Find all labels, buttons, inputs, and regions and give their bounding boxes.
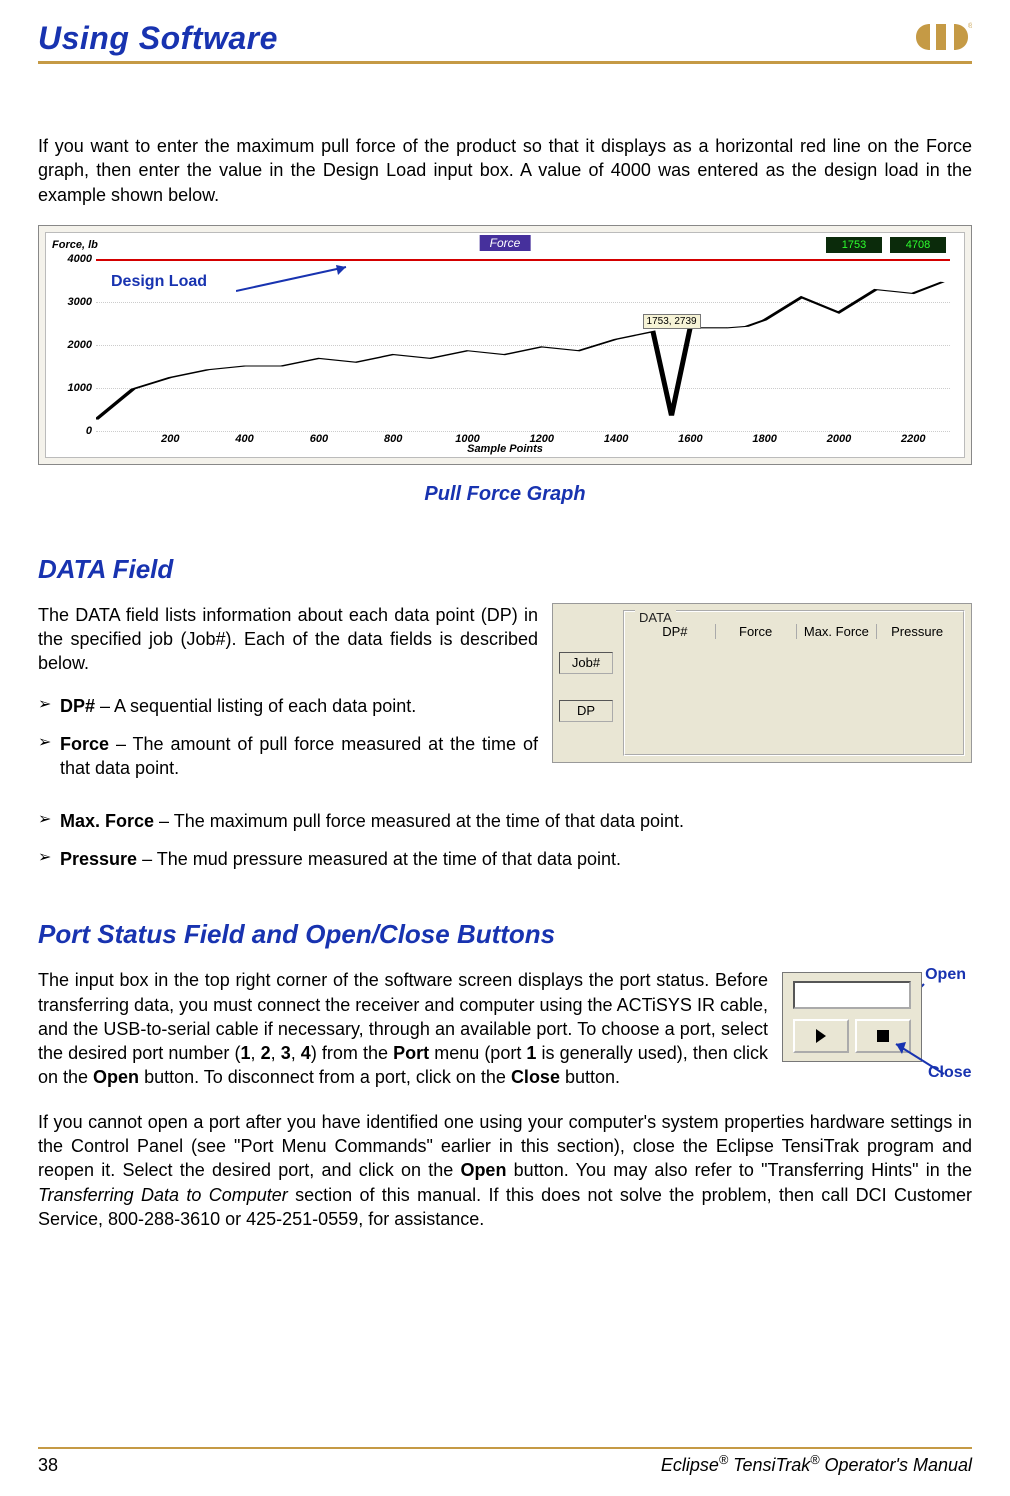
figure-caption: Pull Force Graph [38,483,972,506]
x-tick: 1400 [604,433,628,445]
x-tick: 1600 [678,433,702,445]
footer-manual-title: Eclipse® TensiTrak® Operator's Manual [661,1453,972,1476]
y-tick: 0 [86,425,92,437]
section-heading-data: DATA Field [38,554,972,585]
x-tick: 200 [161,433,179,445]
force-series [96,259,950,431]
chart-panel-title: Force [480,235,531,251]
y-tick: 1000 [68,382,92,394]
arrow-icon [236,263,356,293]
dci-logo: ® [912,20,972,54]
readout-x: 1753 [826,237,882,253]
data-field-panel: Job# DP DATA DP# Force Max. Force Pressu… [552,603,972,763]
y-tick: 2000 [68,339,92,351]
col-head-maxforce: Max. Force [797,624,878,639]
port-paragraph-2: If you cannot open a port after you have… [38,1110,972,1231]
list-item: Force – The amount of pull force mea­sur… [60,732,538,781]
page-title: Using Software [38,20,278,57]
port-status-panel: Open Close [782,968,972,1088]
cursor-tooltip: 1753, 2739 [643,314,701,329]
plot-area: 4000 3000 2000 1000 0 200 400 600 800 10… [96,259,950,431]
page-number: 38 [38,1455,58,1476]
x-tick: 600 [310,433,328,445]
list-item: Pressure – The mud pressure measured at … [60,847,972,871]
job-number-label: Job# [559,652,613,674]
footer-rule [38,1447,972,1449]
data-group-title: DATA [635,610,676,625]
y-axis-label: Force, lb [52,239,98,251]
col-head-pressure: Pressure [877,624,957,639]
readout-force: 4708 [890,237,946,253]
y-tick: 4000 [68,253,92,265]
close-callout: Close [928,1064,972,1082]
data-field-intro: The DATA field lists information about e… [38,603,538,676]
force-graph-figure: Force Force, lb Sample Points 4000 3000 … [38,225,972,465]
svg-text:®: ® [968,22,972,30]
port-display [793,981,911,1009]
section-heading-port: Port Status Field and Open/Close Buttons [38,919,972,950]
open-button[interactable] [793,1019,849,1053]
list-item: DP# – A sequential listing of each data … [60,694,538,718]
list-item: Max. Force – The maximum pull force meas… [60,809,972,833]
x-tick: 1200 [530,433,554,445]
intro-paragraph: If you want to enter the maximum pull fo… [38,134,972,207]
open-callout: Open [925,966,966,984]
col-head-force: Force [716,624,797,639]
port-paragraph-1: The input box in the top right corner of… [38,968,768,1089]
design-load-callout: Design Load [108,273,210,291]
x-tick: 1800 [752,433,776,445]
x-tick: 800 [384,433,402,445]
x-tick: 2000 [827,433,851,445]
x-tick: 400 [235,433,253,445]
x-tick: 2200 [901,433,925,445]
dp-label: DP [559,700,613,722]
header-rule [38,61,972,64]
y-tick: 3000 [68,296,92,308]
x-tick: 1000 [455,433,479,445]
col-head-dp: DP# [635,624,716,639]
